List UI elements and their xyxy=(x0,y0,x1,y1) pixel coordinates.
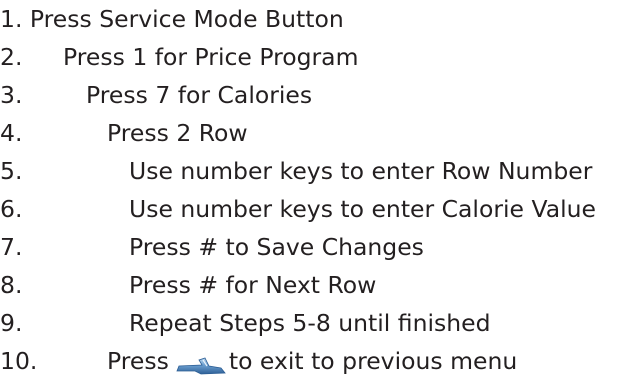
step-9-text: Repeat Steps 5-8 until finished xyxy=(129,309,491,337)
step-1: 1. Press Service Mode Button xyxy=(0,0,642,38)
step-8-number: 8. xyxy=(0,271,23,299)
step-10-text: Press to exit to previous menu xyxy=(107,342,517,380)
step-7-number: 7. xyxy=(0,233,23,261)
step-9: 9. Repeat Steps 5-8 until finished xyxy=(0,304,642,342)
step-4-text: Press 2 Row xyxy=(107,119,248,147)
step-6-text: Use number keys to enter Calorie Value xyxy=(129,195,596,223)
step-9-number: 9. xyxy=(0,309,23,337)
step-1-text: 1. Press Service Mode Button xyxy=(0,5,344,33)
step-3: 3. Press 7 for Calories xyxy=(0,76,642,114)
back-arrow-key-icon xyxy=(175,349,227,374)
step-5-number: 5. xyxy=(0,157,23,185)
step-2-number: 2. xyxy=(0,43,23,71)
step-4: 4. Press 2 Row xyxy=(0,114,642,152)
step-7: 7. Press # to Save Changes xyxy=(0,228,642,266)
step-5: 5. Use number keys to enter Row Number xyxy=(0,152,642,190)
step-2-text: Press 1 for Price Program xyxy=(63,43,359,71)
step-6-number: 6. xyxy=(0,195,23,223)
step-8-text: Press # for Next Row xyxy=(129,271,377,299)
step-8: 8. Press # for Next Row xyxy=(0,266,642,304)
instruction-list: 1. Press Service Mode Button 2. Press 1 … xyxy=(0,0,642,383)
step-10-text-before: Press xyxy=(107,347,169,375)
step-3-number: 3. xyxy=(0,81,23,109)
step-7-text: Press # to Save Changes xyxy=(129,233,424,261)
step-3-text: Press 7 for Calories xyxy=(86,81,313,109)
step-4-number: 4. xyxy=(0,119,23,147)
step-6: 6. Use number keys to enter Calorie Valu… xyxy=(0,190,642,228)
step-10-number: 10. xyxy=(0,347,38,375)
step-5-text: Use number keys to enter Row Number xyxy=(129,157,593,185)
step-10-text-after: to exit to previous menu xyxy=(228,347,518,375)
step-10: 10. Press to exit to previous menu xyxy=(0,342,642,380)
step-2: 2. Press 1 for Price Program xyxy=(0,38,642,76)
